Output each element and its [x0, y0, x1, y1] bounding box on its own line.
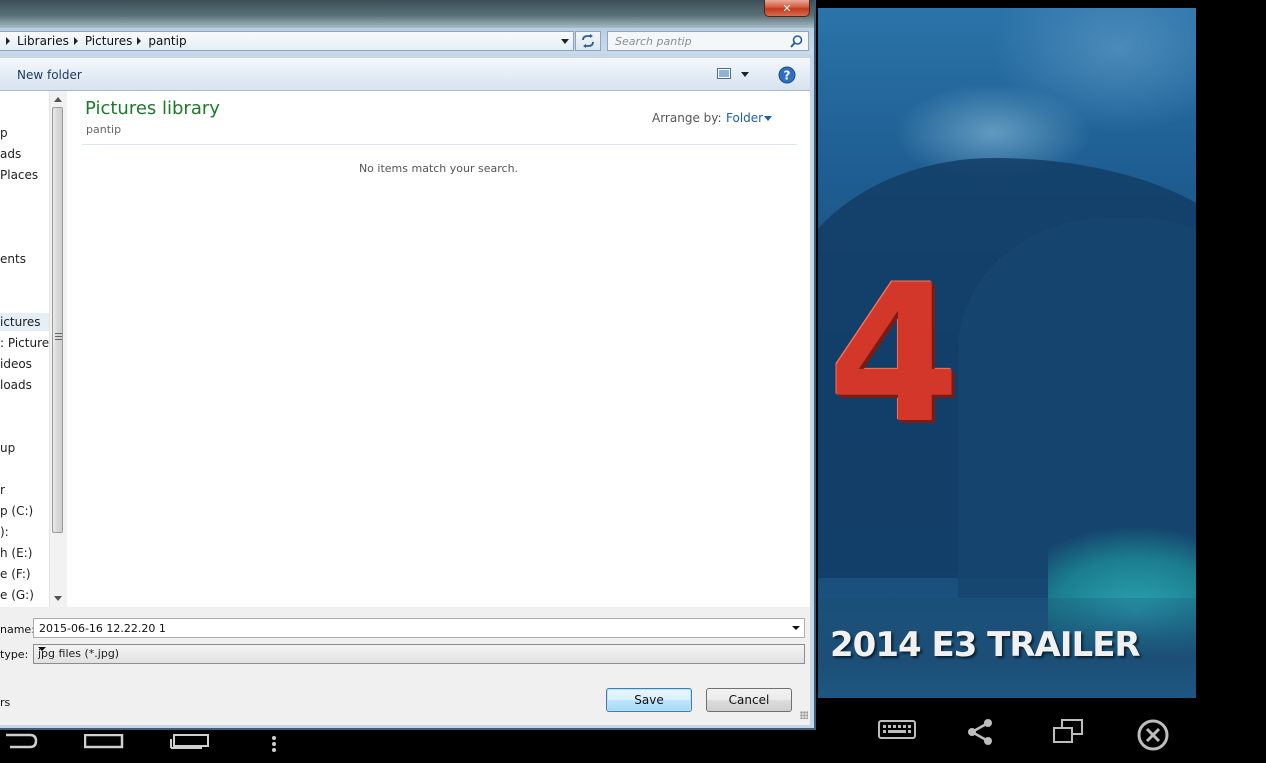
- refresh-icon: [582, 34, 594, 48]
- home-icon: [83, 733, 124, 749]
- media-preview: 4 2014 E3 TRAILER: [818, 8, 1196, 698]
- filetype-value: jpg files (*.jpg): [38, 647, 120, 660]
- filename-combobox: [33, 618, 805, 638]
- back-button[interactable]: [2, 732, 38, 755]
- close-player-button[interactable]: [1136, 718, 1176, 752]
- help-button[interactable]: ?: [778, 66, 796, 84]
- dialog-titlebar: ✕: [0, 0, 814, 28]
- library-title: Pictures library: [85, 98, 220, 119]
- keyboard-button[interactable]: [878, 718, 918, 752]
- search-box: [607, 31, 809, 51]
- chevron-right-icon[interactable]: [73, 37, 78, 45]
- window-restore-icon: [1053, 719, 1083, 743]
- filename-label: name:: [0, 623, 35, 636]
- nav-item[interactable]: e (F:): [0, 565, 31, 583]
- android-navigation-bar: [0, 730, 818, 763]
- file-list: Pictures library pantip Arrange by: Fold…: [67, 91, 810, 607]
- change-view-button[interactable]: [716, 67, 752, 83]
- save-as-dialog: ✕ Libraries Pictures pantip Search panti…: [0, 0, 816, 730]
- trailer-caption: 2014 E3 TRAILER: [830, 625, 1141, 665]
- share-button[interactable]: [966, 718, 1006, 752]
- navigation-scrollbar[interactable]: [49, 91, 67, 607]
- nav-item[interactable]: ideos: [0, 355, 32, 373]
- chevron-down-icon[interactable]: [561, 39, 569, 44]
- nav-item[interactable]: ):: [0, 523, 9, 541]
- nav-item[interactable]: ents: [0, 250, 26, 268]
- nav-item[interactable]: ads: [0, 145, 21, 163]
- nav-item[interactable]: e (G:): [0, 586, 34, 604]
- nav-item[interactable]: r: [0, 481, 5, 499]
- svg-text:?: ?: [784, 69, 791, 83]
- close-button[interactable]: ✕: [764, 0, 810, 17]
- nav-item[interactable]: ictures: [0, 313, 49, 331]
- chevron-right-icon: [6, 37, 10, 45]
- nav-item[interactable]: h (E:): [0, 544, 32, 562]
- save-button[interactable]: Save: [606, 688, 692, 712]
- filetype-label: type:: [0, 648, 29, 661]
- breadcrumb-pantip[interactable]: pantip: [148, 34, 186, 48]
- hide-folders-toggle[interactable]: rs: [0, 696, 10, 709]
- nav-item[interactable]: : Pictures: [0, 334, 55, 352]
- more-vertical-icon: [272, 736, 276, 752]
- share-icon: [968, 719, 992, 745]
- window-mode-button[interactable]: [1052, 718, 1092, 752]
- nav-item[interactable]: Places: [0, 166, 38, 184]
- address-row: Libraries Pictures pantip: [0, 28, 814, 54]
- scroll-down-icon[interactable]: [54, 596, 62, 601]
- close-icon: ✕: [782, 1, 792, 15]
- empty-message: No items match your search.: [358, 162, 519, 175]
- chevron-down-icon[interactable]: [764, 116, 772, 121]
- address-bar[interactable]: Libraries Pictures pantip: [0, 31, 574, 51]
- media-control-bar: [818, 698, 1266, 763]
- keyboard-icon: [878, 720, 916, 739]
- chevron-down-icon: [38, 647, 46, 651]
- recent-apps-button[interactable]: [170, 734, 210, 753]
- recent-apps-icon: [170, 734, 209, 749]
- chevron-right-icon[interactable]: [137, 37, 142, 45]
- arrange-by-dropdown[interactable]: Folder: [726, 111, 763, 125]
- nav-item[interactable]: p: [0, 124, 8, 142]
- filename-input[interactable]: [34, 619, 779, 637]
- menu-button[interactable]: [270, 734, 278, 757]
- cancel-button[interactable]: Cancel: [706, 688, 792, 712]
- breadcrumb-pictures[interactable]: Pictures: [85, 34, 133, 48]
- save-form: name: type: jpg files (*.jpg) rs Save Ca…: [0, 607, 810, 725]
- scroll-thumb[interactable]: [52, 107, 63, 533]
- toolbar: New folder ?: [0, 58, 810, 91]
- divider: [82, 144, 797, 145]
- library-subtitle: pantip: [86, 123, 122, 136]
- search-icon[interactable]: [790, 35, 803, 48]
- arrange-by-label: Arrange by:: [652, 111, 722, 125]
- chevron-down-icon: [741, 72, 749, 77]
- close-circle-icon: [1137, 719, 1169, 751]
- nav-item[interactable]: up: [0, 439, 15, 457]
- scroll-up-icon[interactable]: [54, 97, 62, 102]
- grip-icon: [55, 333, 62, 342]
- view-icon: [717, 68, 731, 79]
- search-input[interactable]: [608, 32, 791, 50]
- filetype-select[interactable]: jpg files (*.jpg): [33, 644, 805, 664]
- nav-item[interactable]: p (C:): [0, 502, 33, 520]
- game-logo-number: 4: [828, 244, 960, 465]
- back-icon: [6, 733, 38, 749]
- home-button[interactable]: [83, 733, 124, 753]
- new-folder-button[interactable]: New folder: [17, 68, 82, 82]
- chevron-down-icon[interactable]: [792, 626, 800, 630]
- nav-item[interactable]: loads: [0, 376, 32, 394]
- help-icon: ?: [778, 66, 796, 84]
- resize-grip-icon[interactable]: [800, 711, 808, 719]
- breadcrumb-libraries[interactable]: Libraries: [17, 34, 69, 48]
- refresh-button[interactable]: [575, 31, 601, 51]
